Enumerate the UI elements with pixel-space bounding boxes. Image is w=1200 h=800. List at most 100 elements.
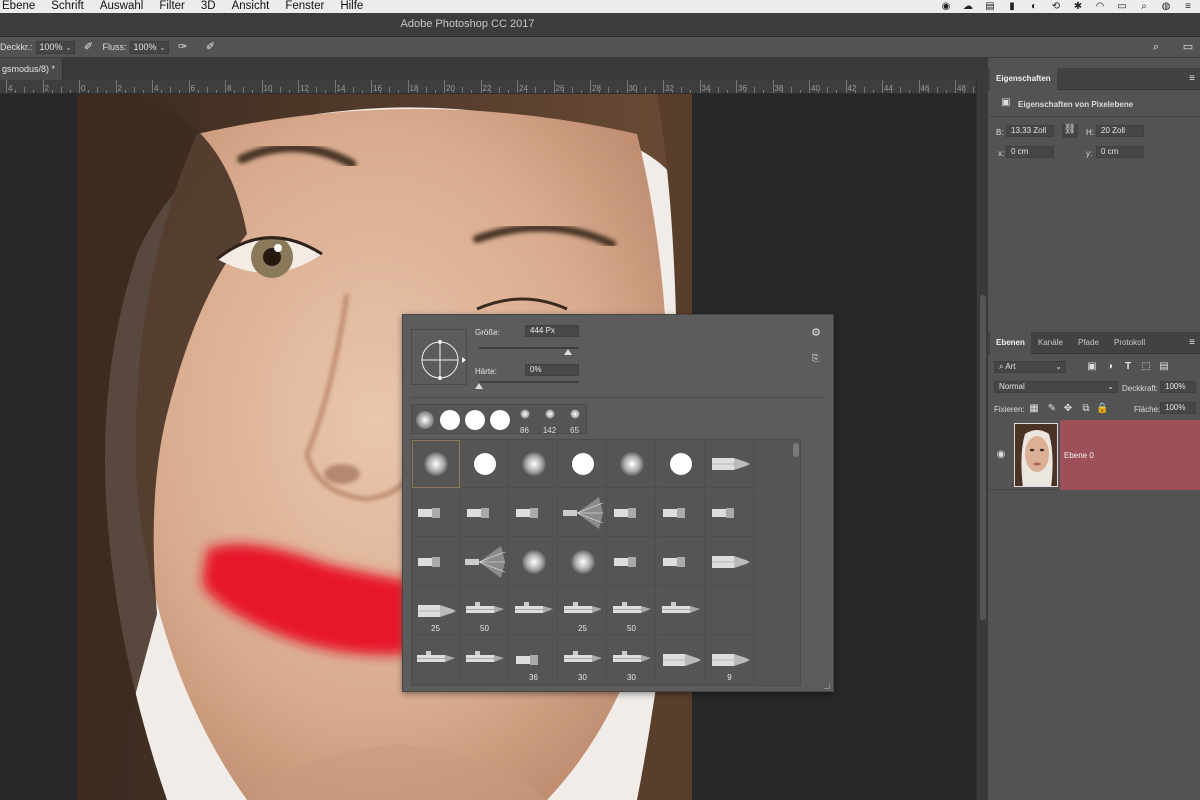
wifi-icon[interactable]: ◠ [1094, 1, 1106, 13]
brush-tip[interactable]: 25 [559, 587, 607, 635]
opacity-dropdown[interactable]: ⌄ [62, 40, 75, 54]
layer-filter-select[interactable]: ⌕ Art ⌄ [994, 361, 1066, 373]
pressure-opacity-icon[interactable]: ✐ [81, 40, 97, 54]
menu-auswahl[interactable]: Auswahl [92, 0, 151, 13]
calendar-icon[interactable]: ▤ [984, 1, 996, 13]
brush-tip[interactable] [559, 440, 607, 488]
eye-icon[interactable]: ◉ [995, 449, 1007, 461]
filter-shape-icon[interactable]: ⬚ [1140, 361, 1152, 373]
brush-angle-preview[interactable] [411, 329, 467, 385]
tab-ebenen[interactable]: Ebenen [990, 332, 1031, 354]
brush-tip[interactable] [657, 440, 705, 488]
brush-tip[interactable] [461, 636, 509, 684]
blend-mode-select[interactable]: Normal ⌄ [994, 381, 1118, 393]
bluetooth-icon[interactable]: ✱ [1072, 1, 1084, 13]
fill-field[interactable]: 100% [1160, 402, 1196, 414]
size-field[interactable]: 444 Px [525, 325, 579, 337]
filter-type-icon[interactable]: T [1122, 361, 1134, 373]
opacity-field[interactable]: 100% [35, 40, 63, 54]
filter-pixel-icon[interactable]: ▣ [1086, 361, 1098, 373]
y-field[interactable]: 0 cm [1096, 146, 1144, 158]
brush-tip[interactable] [461, 489, 509, 537]
recent-brush-3[interactable] [462, 405, 487, 435]
brush-grid-scrollbar[interactable] [793, 439, 799, 686]
hardness-field[interactable]: 0% [525, 364, 579, 376]
gear-icon[interactable]: ⚙ [811, 326, 821, 339]
brush-tip[interactable] [412, 489, 460, 537]
brush-tip[interactable]: 25 [412, 587, 460, 635]
canvas-vertical-scrollbar[interactable] [976, 80, 988, 800]
flow-dropdown[interactable]: ⌄ [156, 40, 169, 54]
layer-opacity-field[interactable]: 100% [1160, 381, 1196, 393]
brush-tip[interactable] [412, 538, 460, 586]
spotlight-icon[interactable]: ⌕ [1138, 1, 1150, 13]
time-machine-icon[interactable]: ⟲ [1050, 1, 1062, 13]
recent-brush-6[interactable]: 142 [537, 405, 562, 435]
brush-tip[interactable] [706, 538, 754, 586]
brush-tip[interactable] [608, 538, 656, 586]
tab-eigenschaften[interactable]: Eigenschaften [990, 68, 1057, 90]
pressure-size-icon[interactable]: ✐ [203, 40, 219, 54]
menu-3d[interactable]: 3D [193, 0, 224, 13]
brush-tip[interactable] [412, 636, 460, 684]
lock-artboard-icon[interactable]: ⧉ [1080, 403, 1092, 415]
link-icon[interactable]: ⛓ [1062, 124, 1078, 138]
layer-row[interactable]: ◉ Ebene 0 [988, 420, 1200, 490]
menu-ebene[interactable]: Ebene [0, 0, 43, 13]
size-slider-thumb[interactable] [564, 349, 572, 355]
brush-tip[interactable] [559, 489, 607, 537]
brush-tip[interactable] [657, 636, 705, 684]
new-preset-icon[interactable]: ⎘ [812, 353, 819, 364]
tab-pfade[interactable]: Pfade [1072, 332, 1105, 354]
menu-filter[interactable]: Filter [151, 0, 193, 13]
brush-tip[interactable] [657, 587, 705, 635]
brush-tip[interactable] [510, 440, 558, 488]
brush-tip[interactable]: 50 [608, 587, 656, 635]
brush-tip[interactable] [706, 440, 754, 488]
brush-tip[interactable] [510, 538, 558, 586]
brush-tip[interactable]: 30 [608, 636, 656, 684]
brush-tip[interactable]: 36 [510, 636, 558, 684]
height-field[interactable]: 20 Zoll [1096, 125, 1144, 137]
brush-tip[interactable] [657, 489, 705, 537]
flow-field[interactable]: 100% [129, 40, 157, 54]
width-field[interactable]: 13,33 Zoll [1006, 125, 1054, 137]
airplay-icon[interactable]: ▭ [1116, 1, 1128, 13]
filter-adjustment-icon[interactable]: ◑ [1104, 361, 1116, 373]
cloud-icon[interactable]: ☁ [962, 1, 974, 13]
recent-brush-7[interactable]: 65 [562, 405, 587, 435]
recent-brush-5[interactable]: 86 [512, 405, 537, 435]
brush-tip[interactable] [608, 440, 656, 488]
menu-schrift[interactable]: Schrift [43, 0, 92, 13]
airbrush-icon[interactable]: ✑ [175, 40, 191, 54]
tab-kanaele[interactable]: Kanäle [1032, 332, 1069, 354]
brush-tip[interactable] [608, 489, 656, 537]
recent-brush-4[interactable] [487, 405, 512, 435]
menu-hilfe[interactable]: Hilfe [332, 0, 371, 13]
brush-tip[interactable] [706, 489, 754, 537]
menu-ansicht[interactable]: Ansicht [224, 0, 278, 13]
document-tab[interactable]: gsmodus/8) * [0, 58, 63, 80]
workspace-icon[interactable]: ▭ [1180, 40, 1196, 54]
brush-tip[interactable] [559, 538, 607, 586]
notification-center-icon[interactable]: ≡ [1182, 1, 1194, 13]
search-icon[interactable]: ⌕ [1148, 40, 1164, 54]
resize-handle[interactable] [824, 683, 830, 689]
hardness-slider-thumb[interactable] [475, 383, 483, 389]
brush-tip[interactable] [657, 538, 705, 586]
hardness-slider-track[interactable] [479, 381, 579, 383]
lock-position-icon[interactable]: ✥ [1062, 403, 1074, 415]
brush-tip[interactable] [461, 538, 509, 586]
brush-tip[interactable]: 30 [559, 636, 607, 684]
lock-all-icon[interactable]: 🔒 [1096, 403, 1108, 415]
brush-tip[interactable] [510, 587, 558, 635]
lock-transparent-icon[interactable]: ▦ [1028, 403, 1040, 415]
siri-icon[interactable]: ◍ [1160, 1, 1172, 13]
brush-tip[interactable]: 9 [706, 636, 754, 684]
recent-brush-1[interactable] [412, 405, 437, 435]
panel-menu-icon[interactable]: ≡ [1186, 73, 1198, 85]
panel-menu-icon[interactable]: ≡ [1186, 337, 1198, 349]
brush-tip[interactable]: 50 [461, 587, 509, 635]
recent-brush-2[interactable] [437, 405, 462, 435]
brush-tip[interactable] [461, 440, 509, 488]
